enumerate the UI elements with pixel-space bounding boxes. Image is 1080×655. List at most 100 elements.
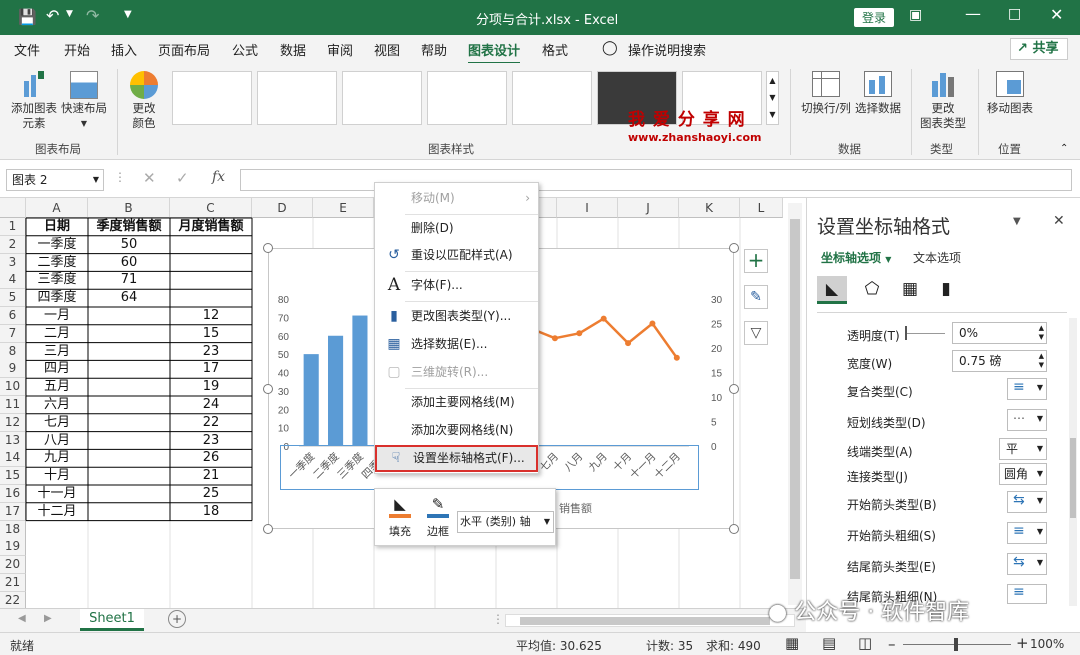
undo-dropdown-icon[interactable]: ▼ — [66, 9, 73, 19]
vertical-scroll-thumb[interactable] — [790, 219, 800, 579]
close-button[interactable]: ✕ — [1050, 5, 1063, 24]
menu-format-axis[interactable]: ☟ 设置坐标轴格式(F)... — [375, 445, 538, 472]
chart-style-1[interactable] — [172, 71, 252, 125]
size-properties-category[interactable]: ▦ — [895, 276, 925, 304]
end-arrow-size-dropdown[interactable]: ≡ — [1007, 584, 1047, 604]
page-layout-view-icon[interactable]: ▤ — [822, 634, 836, 652]
menu-reset-style[interactable]: ↺ 重设以匹配样式(A) — [375, 242, 538, 269]
menu-add-major-gridlines[interactable]: 添加主要网格线(M) — [375, 389, 538, 416]
menu-delete[interactable]: 删除(D) — [375, 215, 538, 242]
axis-options-category[interactable]: ▮ — [931, 276, 961, 304]
formula-input[interactable] — [240, 169, 1072, 191]
new-sheet-button[interactable]: + — [168, 610, 186, 628]
change-chart-type-button[interactable]: 更改 图表类型 — [914, 101, 972, 131]
ribbon-display-icon[interactable]: ▣ — [909, 7, 922, 23]
cap-type-dropdown[interactable]: 平 ▼ — [999, 438, 1047, 460]
add-chart-element-button[interactable]: 添加图表 元素 — [6, 101, 62, 131]
width-spinner-icon[interactable]: ▲ ▼ — [1039, 352, 1044, 370]
compound-type-dropdown[interactable]: ≡ ▼ — [1007, 378, 1047, 400]
chart-style-4[interactable] — [427, 71, 507, 125]
transparency-slider-thumb[interactable] — [905, 326, 907, 340]
move-chart-button[interactable]: 移动图表 — [982, 101, 1038, 116]
tab-data[interactable]: 数据 — [280, 40, 306, 59]
tell-me-search[interactable]: 操作说明搜索 — [628, 40, 706, 59]
dash-type-dropdown[interactable]: ⋯ ▼ — [1007, 409, 1047, 431]
minimize-button[interactable]: — — [965, 4, 981, 23]
tab-home[interactable]: 开始 — [64, 40, 90, 59]
transparency-input[interactable]: 0% ▲ ▼ — [952, 322, 1047, 344]
menu-select-data[interactable]: ▦ 选择数据(E)... — [375, 331, 538, 358]
begin-arrow-size-dropdown[interactable]: ≡ ▼ — [1007, 522, 1047, 544]
menu-font[interactable]: A 字体(F)... — [375, 272, 538, 299]
chart-style-5[interactable] — [512, 71, 592, 125]
effects-category[interactable]: ⬠ — [857, 276, 887, 304]
login-button[interactable]: 登录 — [854, 8, 895, 27]
switch-row-col-button[interactable]: 切换行/列 — [796, 101, 856, 116]
style-gallery-scroll[interactable]: ▲ ▼ ▼ — [766, 71, 779, 125]
tab-formulas[interactable]: 公式 — [232, 40, 258, 59]
transparency-slider[interactable] — [905, 333, 945, 334]
pane-options-icon[interactable]: ▼ — [1013, 216, 1021, 227]
tab-text-options[interactable]: 文本选项 — [913, 249, 961, 266]
tab-axis-options[interactable]: 坐标轴选项 ▼ — [821, 249, 891, 266]
border-button[interactable]: ✎ 边框 — [421, 495, 455, 541]
end-arrow-type-dropdown[interactable]: ⇆ ▼ — [1007, 553, 1047, 575]
width-input[interactable]: 0.75 磅 ▲ ▼ — [952, 350, 1047, 372]
chart-handle-bl[interactable] — [263, 524, 273, 534]
chart-elements-button[interactable]: + — [744, 249, 768, 273]
tab-insert[interactable]: 插入 — [111, 40, 137, 59]
zoom-in-button[interactable]: + — [1016, 634, 1029, 652]
zoom-slider-thumb[interactable] — [954, 638, 958, 651]
quick-layout-button[interactable]: 快速布局 ▼ — [58, 101, 110, 131]
menu-add-minor-gridlines[interactable]: 添加次要网格线(N) — [375, 417, 538, 444]
name-box-dropdown-icon[interactable]: ▼ — [93, 170, 99, 190]
vertical-scrollbar[interactable] — [788, 203, 802, 605]
tab-help[interactable]: 帮助 — [421, 40, 447, 59]
tab-chart-design[interactable]: 图表设计 — [468, 40, 521, 65]
chart-handle-tl[interactable] — [263, 243, 273, 253]
right-axis-tick: 30 — [711, 295, 723, 306]
chart-handle-mr[interactable] — [729, 384, 739, 394]
chart-handle-br[interactable] — [729, 524, 739, 534]
page-break-view-icon[interactable]: ◫ — [858, 634, 872, 652]
scroll-sheets-left-icon[interactable]: ◀ — [18, 613, 26, 624]
chart-style-3[interactable] — [342, 71, 422, 125]
tab-format[interactable]: 格式 — [542, 40, 568, 59]
fill-button[interactable]: ◣ 填充 — [383, 495, 417, 541]
chart-handle-tr[interactable] — [729, 243, 739, 253]
horizontal-scrollbar[interactable] — [505, 614, 795, 627]
pane-close-icon[interactable]: ✕ — [1053, 213, 1065, 229]
tab-page-layout[interactable]: 页面布局 — [158, 40, 210, 59]
menu-change-chart-type[interactable]: ▮ 更改图表类型(Y)... — [375, 303, 538, 330]
select-data-ribbon-button[interactable]: 选择数据 — [852, 101, 904, 116]
brush-icon: ✎ — [750, 289, 762, 305]
tab-file[interactable]: 文件 — [14, 40, 40, 59]
chart-styles-button[interactable]: ✎ — [744, 285, 768, 309]
undo-icon[interactable]: ↶ — [46, 6, 59, 25]
element-selector-dropdown[interactable]: 水平 (类别) 轴 ▼ — [457, 511, 554, 533]
pane-scrollbar[interactable] — [1069, 318, 1077, 606]
change-colors-button[interactable]: 更改 颜色 — [120, 101, 168, 131]
chart-filters-button[interactable]: ▽ — [744, 321, 768, 345]
name-box[interactable]: 图表 2 ▼ — [6, 169, 104, 191]
chart-style-2[interactable] — [257, 71, 337, 125]
normal-view-icon[interactable]: ▦ — [785, 634, 799, 652]
chart-handle-ml[interactable] — [263, 384, 273, 394]
scroll-sheets-right-icon[interactable]: ▶ — [44, 613, 52, 624]
customize-qat-icon[interactable]: ▼ — [124, 9, 132, 20]
transparency-spinner-icon[interactable]: ▲ ▼ — [1039, 324, 1044, 342]
tab-view[interactable]: 视图 — [374, 40, 400, 59]
join-type-dropdown[interactable]: 圆角 ▼ — [999, 463, 1047, 485]
save-icon[interactable]: 💾 — [18, 8, 37, 26]
zoom-out-button[interactable]: – — [888, 635, 896, 653]
fill-line-category[interactable]: ◣ — [817, 276, 847, 304]
begin-arrow-type-dropdown[interactable]: ⇆ ▼ — [1007, 491, 1047, 513]
restore-button[interactable]: □ — [1008, 6, 1021, 22]
horizontal-scroll-thumb[interactable] — [520, 617, 770, 625]
insert-function-button[interactable]: fx — [212, 169, 225, 185]
zoom-level[interactable]: 100% — [1030, 637, 1064, 651]
tab-review[interactable]: 审阅 — [327, 40, 353, 59]
collapse-ribbon-icon[interactable]: ⌃ — [1060, 143, 1068, 154]
share-button[interactable]: ↗ 共享 — [1010, 38, 1068, 60]
sheet-tab-sheet1[interactable]: Sheet1 — [80, 609, 144, 631]
